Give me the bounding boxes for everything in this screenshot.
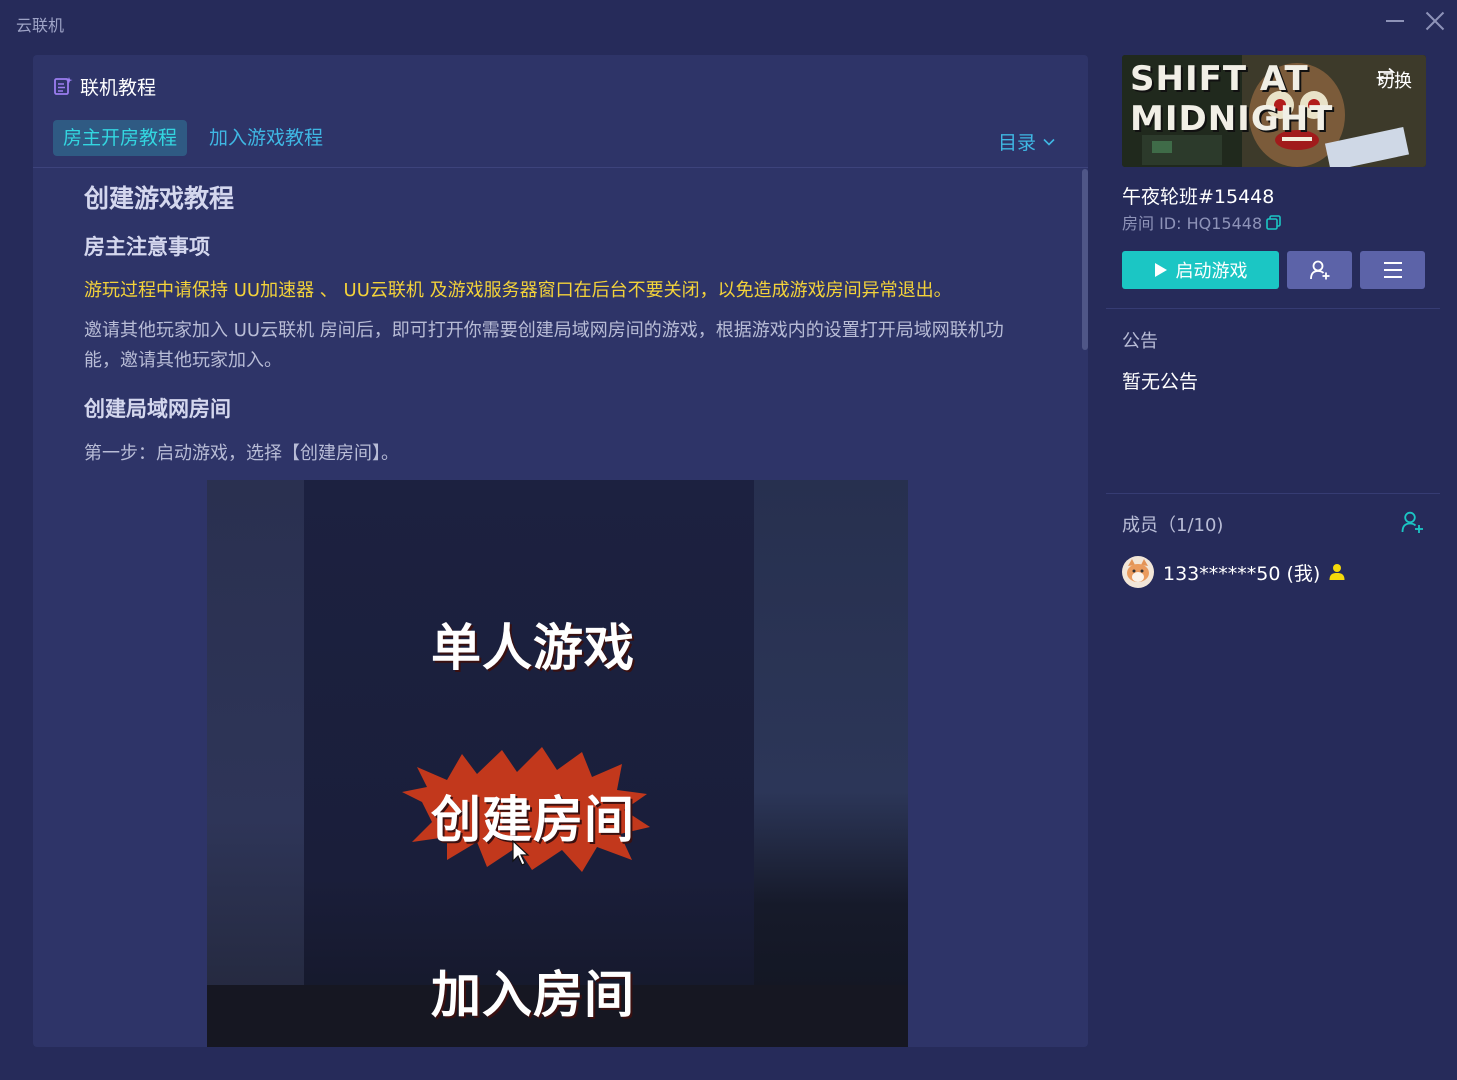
- member-row[interactable]: 133******50 (我): [1122, 556, 1346, 588]
- launch-game-button[interactable]: 启动游戏: [1122, 251, 1279, 289]
- game-cover: SHIFT AT MIDNIGHT 切换: [1122, 55, 1426, 167]
- menu-button[interactable]: [1360, 251, 1425, 289]
- tab-host-tutorial[interactable]: 房主开房教程: [53, 120, 188, 156]
- content-heading: 创建游戏教程: [84, 184, 235, 213]
- add-user-icon: [1309, 260, 1329, 280]
- member-name: 133******50 (我): [1163, 562, 1321, 585]
- hamburger-menu-icon: [1383, 262, 1402, 278]
- room-id-text: 房间 ID: HQ15448: [1122, 214, 1263, 233]
- divider: [1106, 493, 1440, 494]
- instruction-paragraph: 邀请其他玩家加入 UU云联机 房间后，即可打开你需要创建局域网房间的游戏，根据游…: [84, 320, 1004, 371]
- chevron-down-icon: [1043, 138, 1055, 146]
- members-title: 成员（1/10): [1122, 515, 1224, 536]
- screenshot-menu-single: 单人游戏: [431, 619, 635, 677]
- section-lan-room-title: 创建局域网房间: [84, 397, 231, 421]
- swap-icon: [1376, 67, 1396, 83]
- cover-logo: SHIFT AT MIDNIGHT: [1130, 59, 1334, 139]
- tab-join-tutorial[interactable]: 加入游戏教程: [199, 120, 333, 156]
- title-bar: 云联机: [0, 0, 1457, 44]
- step-one-text: 第一步：启动游戏，选择【创建房间】。: [84, 443, 399, 464]
- play-icon: [1154, 263, 1167, 277]
- scrollbar[interactable]: [1082, 169, 1088, 350]
- avatar: [1122, 556, 1154, 588]
- launch-label: 启动游戏: [1175, 261, 1248, 282]
- switch-game-button[interactable]: 切换: [1376, 67, 1412, 93]
- mouse-cursor-icon: [512, 840, 530, 866]
- notice-body: 暂无公告: [1122, 371, 1199, 393]
- screenshot-menu-join: 加入房间: [431, 966, 635, 1024]
- tutorial-header: 联机教程: [53, 74, 157, 99]
- screenshot-menu-create: 创建房间: [431, 791, 635, 849]
- app-title: 云联机: [16, 16, 65, 35]
- minimize-icon[interactable]: [1386, 20, 1404, 22]
- toc-dropdown[interactable]: 目录: [998, 128, 1055, 155]
- warning-text: 游玩过程中请保持 UU加速器 、 UU云联机 及游戏服务器窗口在后台不要关闭，以…: [84, 280, 952, 301]
- tutorial-title: 联机教程: [80, 76, 157, 99]
- invite-button[interactable]: [1287, 251, 1352, 289]
- divider: [33, 167, 1088, 168]
- document-icon: [54, 77, 73, 95]
- close-icon[interactable]: [1425, 11, 1445, 31]
- tutorial-panel: 联机教程 房主开房教程 加入游戏教程 目录 创建游戏教程 房主注意事项 游玩过程…: [33, 55, 1088, 1047]
- room-name: 午夜轮班#15448: [1122, 186, 1275, 208]
- owner-icon: [1329, 564, 1345, 580]
- section-host-notes-title: 房主注意事项: [84, 235, 210, 259]
- notice-title: 公告: [1122, 331, 1158, 352]
- room-id: 房间 ID: HQ15448: [1122, 210, 1281, 234]
- tutorial-screenshot: 单人游戏 创建房间 加入房间: [207, 480, 908, 1047]
- divider: [1106, 308, 1440, 309]
- copy-icon[interactable]: [1266, 214, 1281, 230]
- add-member-icon[interactable]: [1400, 510, 1424, 534]
- toc-label: 目录: [998, 132, 1037, 154]
